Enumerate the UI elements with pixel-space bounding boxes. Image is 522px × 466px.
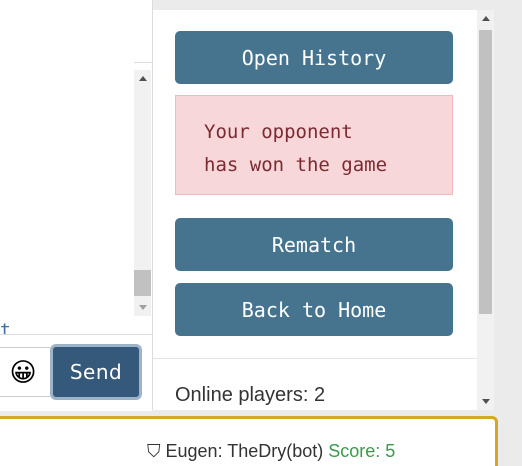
alert-line-1: Your opponent (204, 121, 353, 143)
rematch-button[interactable]: Rematch (175, 218, 453, 271)
scroll-up-arrow-icon[interactable] (139, 76, 147, 81)
chat-scroll-thumb[interactable] (134, 270, 151, 296)
scroll-down-arrow-icon[interactable] (139, 305, 147, 310)
chat-header (0, 0, 152, 63)
chat-message-fragment: t (0, 320, 11, 334)
chat-scrollbar[interactable] (134, 70, 151, 316)
back-to-home-button[interactable]: Back to Home (175, 283, 453, 336)
game-result-alert: Your opponent has won the game (175, 95, 453, 195)
alert-line-2: has won the game (204, 154, 388, 176)
score-text: Score: 5 (328, 441, 396, 461)
online-players-count: Online players: 2 (175, 384, 326, 406)
shield-icon: ⛉ (147, 441, 161, 461)
scroll-up-arrow-icon[interactable] (482, 16, 490, 21)
divider (153, 358, 477, 359)
players-names: Eugen: TheDry(bot) (165, 441, 324, 461)
game-status-panel: Open History Your opponent has won the g… (153, 10, 477, 410)
page-scroll-thumb[interactable] (479, 30, 492, 314)
emoji-picker-icon[interactable]: 😀 (8, 358, 38, 388)
open-history-button[interactable]: Open History (175, 31, 453, 84)
page-scrollbar[interactable] (477, 10, 494, 410)
players-bar: ⛉ Eugen: TheDry(bot) Score: 5 (0, 416, 498, 466)
send-button[interactable]: Send (50, 344, 142, 400)
chat-log: t (0, 62, 134, 334)
scroll-down-arrow-icon[interactable] (482, 399, 490, 404)
